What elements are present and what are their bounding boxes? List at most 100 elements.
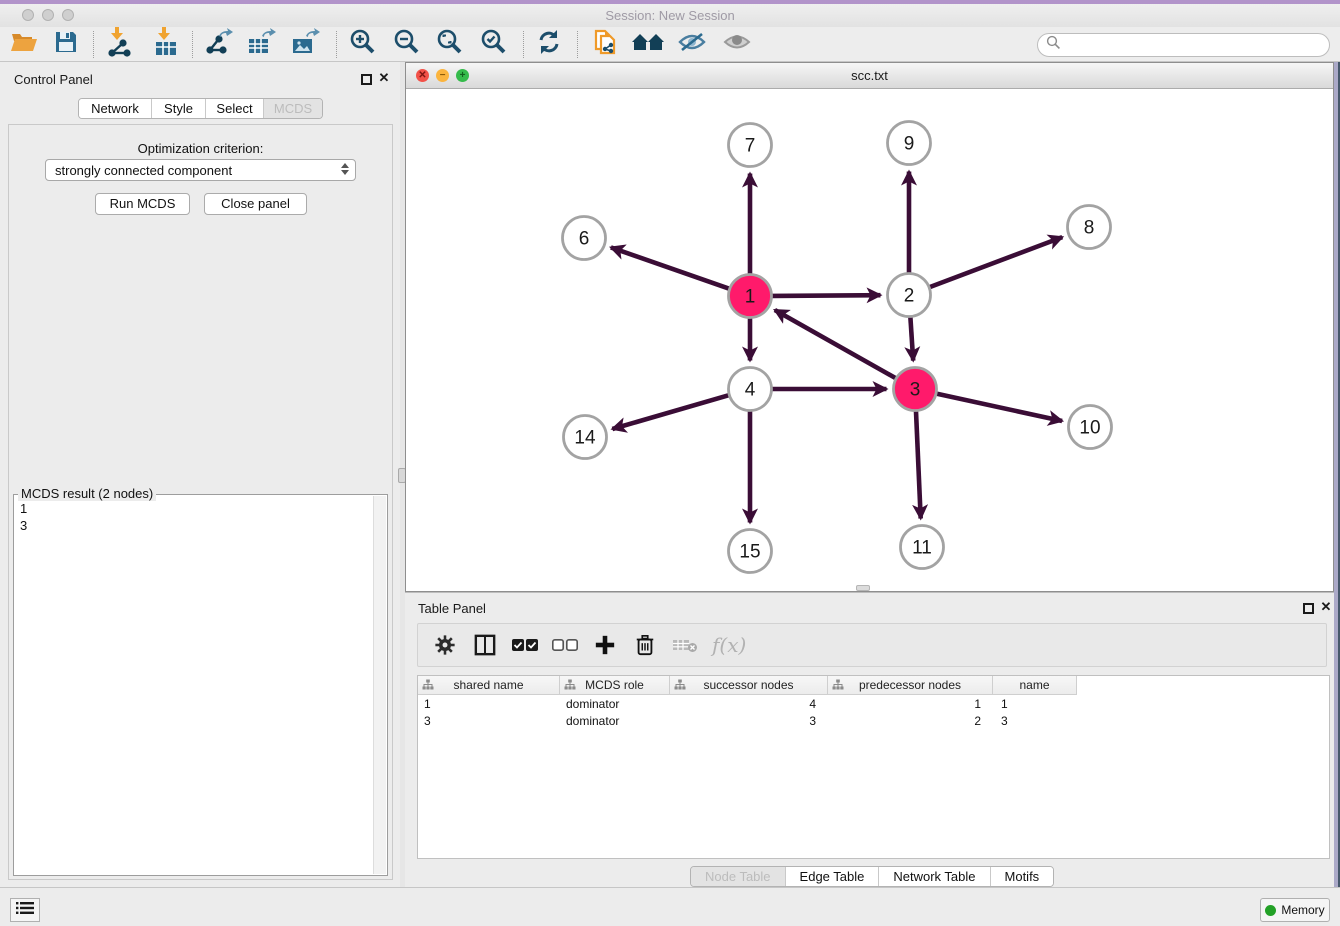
- graph-edge-2-3[interactable]: [910, 318, 913, 361]
- mcds-panel-body: Optimization criterion: strongly connect…: [8, 124, 393, 880]
- open-session-button[interactable]: [6, 29, 42, 60]
- tab-node-table[interactable]: Node Table: [691, 867, 786, 886]
- clone-network-icon: [591, 27, 619, 62]
- network-close-icon[interactable]: ✕: [416, 69, 429, 82]
- hide-selected-button[interactable]: [674, 29, 710, 60]
- main-toolbar: [0, 27, 1340, 62]
- cell-predecessor-nodes[interactable]: 1: [828, 695, 993, 712]
- window-right-edge: [1334, 62, 1340, 887]
- show-hidden-button[interactable]: [719, 29, 755, 60]
- refresh-view-button[interactable]: [531, 29, 567, 60]
- tab-edge-table[interactable]: Edge Table: [786, 867, 880, 886]
- cell-predecessor-nodes[interactable]: 2: [828, 712, 993, 729]
- graph-edge-2-8[interactable]: [930, 237, 1062, 287]
- save-session-button[interactable]: [48, 29, 84, 60]
- deselect-all-columns-button[interactable]: [552, 632, 578, 658]
- network-maximize-icon[interactable]: +: [456, 69, 469, 82]
- horizontal-splitter-grip[interactable]: [856, 585, 870, 591]
- export-image-button[interactable]: [287, 29, 323, 60]
- cell-mcds-role[interactable]: dominator: [560, 695, 670, 712]
- close-panel-icon[interactable]: ✕: [378, 72, 390, 84]
- import-table-icon: [151, 27, 179, 62]
- graph-edge-3-1[interactable]: [775, 310, 896, 378]
- graph-edge-1-6[interactable]: [611, 247, 729, 288]
- run-mcds-button[interactable]: Run MCDS: [95, 193, 190, 215]
- zoom-selected-button[interactable]: [475, 29, 511, 60]
- tab-network-table[interactable]: Network Table: [879, 867, 990, 886]
- traffic-light-zoom[interactable]: [62, 9, 74, 21]
- graph-node-4[interactable]: 4: [729, 368, 772, 411]
- show-columns-button[interactable]: [472, 632, 498, 658]
- tab-network[interactable]: Network: [79, 99, 152, 118]
- import-network-button[interactable]: [100, 29, 136, 60]
- graph-edge-1-2[interactable]: [773, 295, 881, 296]
- sort-tree-icon: [422, 679, 434, 694]
- delete-column-button[interactable]: [632, 632, 658, 658]
- zoom-out-button[interactable]: [388, 29, 424, 60]
- column-header-shared-name[interactable]: shared name: [418, 676, 560, 695]
- optimization-criterion-label: Optimization criterion:: [9, 141, 392, 156]
- graph-node-14[interactable]: 14: [564, 416, 607, 459]
- cell-successor-nodes[interactable]: 3: [670, 712, 828, 729]
- graph-edge-3-11[interactable]: [916, 412, 921, 519]
- graph-node-3[interactable]: 3: [894, 368, 937, 411]
- cell-shared-name[interactable]: 1: [418, 695, 560, 712]
- table-row[interactable]: 3 dominator 3 2 3: [418, 712, 1329, 729]
- graph-node-11[interactable]: 11: [901, 526, 944, 569]
- clone-network-button[interactable]: [587, 29, 623, 60]
- traffic-light-close[interactable]: [22, 9, 34, 21]
- tab-mcds[interactable]: MCDS: [264, 99, 322, 118]
- zoom-fit-button[interactable]: [431, 29, 467, 60]
- cell-name[interactable]: 3: [993, 712, 1077, 729]
- close-panel-button[interactable]: Close panel: [204, 193, 307, 215]
- export-network-button[interactable]: [200, 29, 236, 60]
- graph-node-8[interactable]: 8: [1068, 206, 1111, 249]
- graph-node-9[interactable]: 9: [888, 122, 931, 165]
- cell-mcds-role[interactable]: dominator: [560, 712, 670, 729]
- search-input[interactable]: [1061, 38, 1311, 53]
- graph-node-6[interactable]: 6: [563, 217, 606, 260]
- zoom-in-button[interactable]: [344, 29, 380, 60]
- graph-node-10[interactable]: 10: [1069, 406, 1112, 449]
- import-table-button[interactable]: [147, 29, 183, 60]
- traffic-light-minimize[interactable]: [42, 9, 54, 21]
- table-float-icon[interactable]: [1303, 603, 1314, 614]
- sort-tree-icon: [674, 679, 686, 694]
- select-all-columns-button[interactable]: [512, 632, 538, 658]
- table-settings-button[interactable]: [432, 632, 458, 658]
- save-icon: [54, 30, 78, 59]
- table-close-icon[interactable]: ✕: [1320, 601, 1332, 613]
- graph-node-15[interactable]: 15: [729, 530, 772, 573]
- show-home-button[interactable]: [630, 29, 666, 60]
- add-column-button[interactable]: [592, 632, 618, 658]
- column-header-mcds-role[interactable]: MCDS role: [560, 676, 670, 695]
- criterion-dropdown[interactable]: strongly connected component: [45, 159, 356, 181]
- column-header-name[interactable]: name: [993, 676, 1077, 695]
- search-field[interactable]: [1037, 33, 1330, 57]
- cell-successor-nodes[interactable]: 4: [670, 695, 828, 712]
- table-row[interactable]: 1 dominator 4 1 1: [418, 695, 1329, 712]
- float-panel-icon[interactable]: [361, 74, 372, 85]
- column-header-successor-nodes[interactable]: successor nodes: [670, 676, 828, 695]
- cell-name[interactable]: 1: [993, 695, 1077, 712]
- export-table-button[interactable]: [243, 29, 279, 60]
- cell-shared-name[interactable]: 3: [418, 712, 560, 729]
- graph-node-1[interactable]: 1: [729, 275, 772, 318]
- result-scrollbar[interactable]: [373, 496, 386, 874]
- tab-motifs[interactable]: Motifs: [991, 867, 1054, 886]
- network-minimize-icon[interactable]: −: [436, 69, 449, 82]
- column-header-predecessor-nodes[interactable]: predecessor nodes: [828, 676, 993, 695]
- task-history-button[interactable]: [10, 898, 40, 922]
- graph-edge-3-10[interactable]: [937, 394, 1062, 421]
- graph-node-7[interactable]: 7: [729, 124, 772, 167]
- graph-node-2[interactable]: 2: [888, 274, 931, 317]
- titlebar: Session: New Session: [0, 4, 1340, 27]
- tab-style[interactable]: Style: [152, 99, 206, 118]
- network-canvas[interactable]: 7 9 6 8 1 2 4 3 14 10 15 11: [406, 89, 1333, 591]
- tab-select[interactable]: Select: [206, 99, 264, 118]
- memory-button[interactable]: Memory: [1260, 898, 1330, 922]
- svg-text:10: 10: [1079, 418, 1100, 439]
- table-toolbar: f(x): [417, 623, 1327, 667]
- svg-text:11: 11: [912, 538, 932, 559]
- graph-edge-4-14[interactable]: [612, 395, 728, 429]
